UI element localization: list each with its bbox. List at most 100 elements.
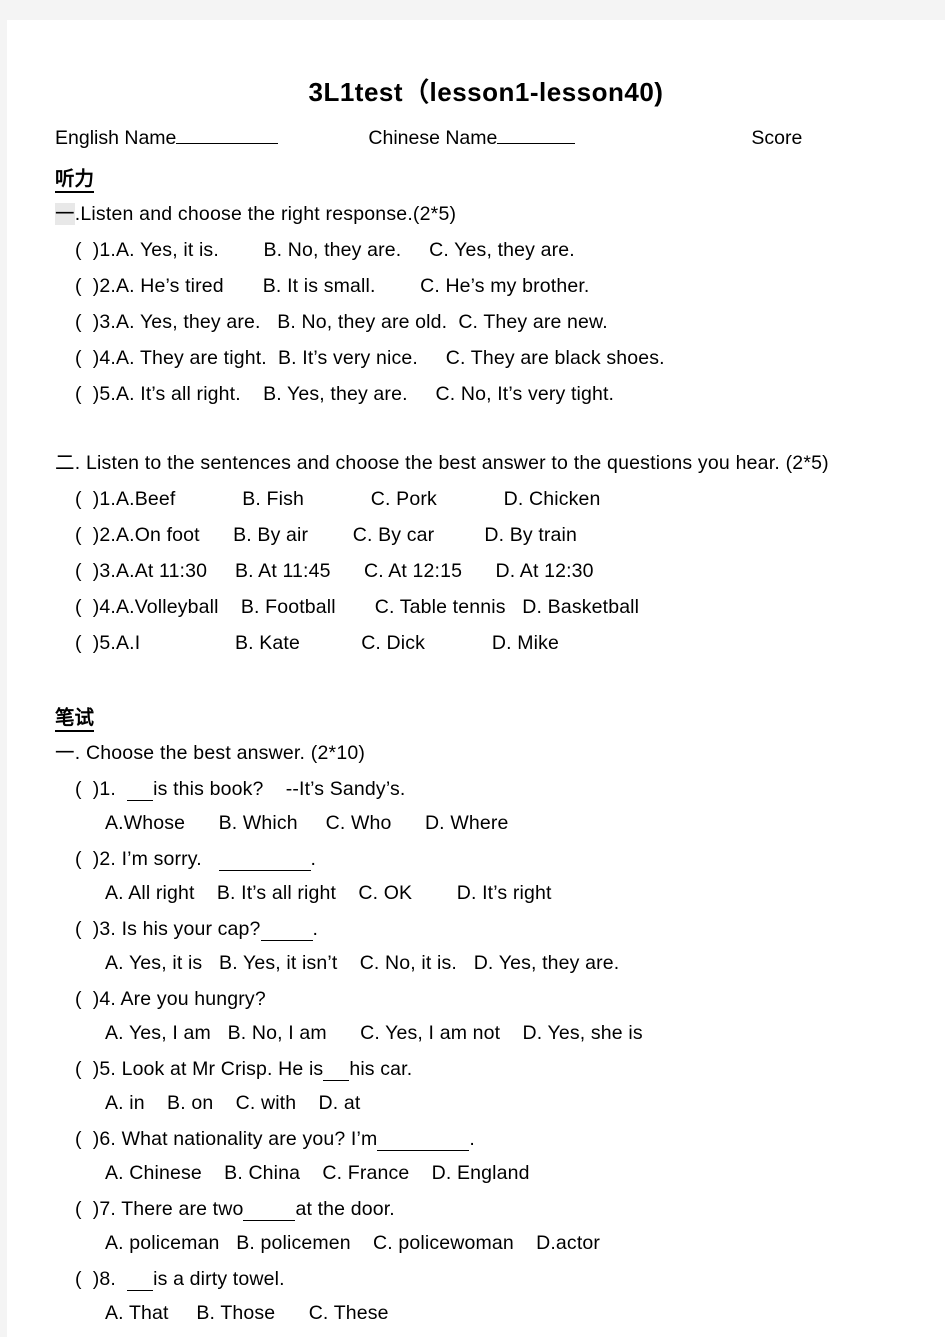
question-options: A.At 11:30 B. At 11:45 C. At 12:15 D. At… — [116, 559, 594, 582]
document-page: 3L1test（lesson1-lesson40) English Name Ch… — [7, 20, 945, 1337]
question-stem: Is his your cap? — [116, 917, 261, 940]
part-instruction-listening-2: 二. Listen to the sentences and choose th… — [55, 446, 917, 475]
part-number: 二 — [55, 451, 75, 474]
question-options: A.I B. Kate C. Dick D. Mike — [116, 631, 560, 654]
question-row[interactable]: ( )5.A. It’s all right. B. Yes, they are… — [55, 383, 917, 406]
answer-bracket[interactable]: ( )1. — [75, 488, 116, 510]
option-row: A. That B. Those C. These — [55, 1302, 917, 1325]
question-row[interactable]: ( )1.A. Yes, it is. B. No, they are. C. … — [55, 239, 917, 262]
question-options: A. Yes, they are. B. No, they are old. C… — [116, 310, 608, 333]
question-options: A. Yes, it is B. Yes, it isn’t C. No, it… — [105, 951, 620, 974]
section-heading-listening: 听力 — [55, 162, 917, 193]
part-instruction-text: .Listen and choose the right response.(2… — [74, 202, 457, 225]
answer-bracket[interactable]: ( )7. — [75, 1198, 116, 1220]
option-row: A. Chinese B. China C. France D. England — [55, 1162, 917, 1185]
question-options: A. It’s all right. B. Yes, they are. C. … — [116, 382, 615, 405]
english-name-blank[interactable] — [176, 123, 279, 144]
question-row[interactable]: ( )4.A.Volleyball B. Football C. Table t… — [55, 596, 917, 619]
question-stem-after: is a dirty towel. — [153, 1267, 285, 1290]
question-options: A.Beef B. Fish C. Pork D. Chicken — [116, 487, 601, 510]
option-row: A.Whose B. Which C. Who D. Where — [55, 812, 917, 835]
answer-bracket[interactable]: ( )2. — [75, 275, 116, 297]
part-instruction-written-1: 一. Choose the best answer. (2*10) — [55, 736, 917, 765]
question-row[interactable]: ( )2. I’m sorry. . — [55, 848, 917, 871]
question-stem-after: is this book? --It’s Sandy’s. — [153, 777, 406, 800]
question-stem — [116, 778, 127, 800]
question-row[interactable]: ( )1.A.Beef B. Fish C. Pork D. Chicken — [55, 488, 917, 511]
question-stem-after: . — [310, 847, 317, 870]
option-row: A. All right B. It’s all right C. OK D. … — [55, 882, 917, 905]
option-row: A. in B. on C. with D. at — [55, 1092, 917, 1115]
question-options: A. Yes, it is. B. No, they are. C. Yes, … — [116, 238, 575, 261]
fill-blank[interactable] — [243, 1201, 296, 1221]
question-stem: Look at Mr Crisp. He is — [116, 1057, 324, 1080]
part-instruction-listening-1: 一.Listen and choose the right response.(… — [55, 197, 917, 226]
option-row: A. policeman B. policemen C. policewoman… — [55, 1232, 917, 1255]
question-stem-after: . — [469, 1127, 475, 1150]
fill-blank[interactable] — [377, 1131, 470, 1151]
answer-bracket[interactable]: ( )5. — [75, 383, 116, 405]
answer-bracket[interactable]: ( )5. — [75, 632, 116, 654]
question-row[interactable]: ( )5. Look at Mr Crisp. He is his car. — [55, 1058, 917, 1081]
question-row[interactable]: ( )1. is this book? --It’s Sandy’s. — [55, 778, 917, 801]
question-options: A. Chinese B. China C. France D. England — [105, 1161, 530, 1184]
question-stem-after: at the door. — [295, 1197, 395, 1220]
answer-bracket[interactable]: ( )2. — [75, 524, 116, 546]
fill-blank[interactable] — [127, 1271, 154, 1291]
question-row[interactable]: ( )8. is a dirty towel. — [55, 1268, 917, 1291]
fill-blank[interactable] — [127, 781, 154, 801]
fill-blank[interactable] — [323, 1061, 350, 1081]
answer-bracket[interactable]: ( )4. — [75, 596, 116, 618]
question-stem: There are two — [116, 1197, 244, 1220]
question-row[interactable]: ( )7. There are two at the door. — [55, 1198, 917, 1221]
answer-bracket[interactable]: ( )1. — [75, 778, 116, 800]
question-options: A. policeman B. policemen C. policewoman… — [105, 1231, 601, 1254]
question-options: A.Whose B. Which C. Who D. Where — [105, 811, 509, 834]
question-row[interactable]: ( )3. Is his your cap?. — [55, 918, 917, 941]
answer-bracket[interactable]: ( )4. — [75, 347, 116, 369]
question-row[interactable]: ( )2.A.On foot B. By air C. By car D. By… — [55, 524, 917, 547]
question-stem: Are you hungry? — [116, 987, 266, 1010]
question-stem-after: his car. — [349, 1057, 413, 1080]
chinese-name-blank[interactable] — [497, 123, 576, 144]
question-row[interactable]: ( )4. Are you hungry? — [55, 988, 917, 1011]
section-heading-written: 笔试 — [55, 701, 917, 732]
fill-blank[interactable] — [218, 851, 311, 871]
answer-bracket[interactable]: ( )3. — [75, 560, 116, 582]
answer-bracket[interactable]: ( )8. — [75, 1268, 116, 1290]
part-number: 一 — [55, 741, 75, 764]
option-row: A. Yes, I am B. No, I am C. Yes, I am no… — [55, 1022, 917, 1045]
question-row[interactable]: ( )5.A.I B. Kate C. Dick D. Mike — [55, 632, 917, 655]
fill-blank[interactable] — [260, 921, 313, 941]
question-stem: What nationality are you? I’m — [116, 1127, 378, 1150]
answer-bracket[interactable]: ( )3. — [75, 918, 116, 940]
part-instruction-text: . Listen to the sentences and choose the… — [74, 451, 829, 474]
answer-bracket[interactable]: ( )2. — [75, 848, 116, 870]
question-row[interactable]: ( )3.A.At 11:30 B. At 11:45 C. At 12:15 … — [55, 560, 917, 583]
question-options: A. They are tight. B. It’s very nice. C.… — [116, 346, 665, 369]
score-label: Score — [751, 126, 803, 149]
question-row[interactable]: ( )6. What nationality are you? I’m. — [55, 1128, 917, 1151]
question-row[interactable]: ( )3.A. Yes, they are. B. No, they are o… — [55, 311, 917, 334]
page-title: 3L1test（lesson1-lesson40) — [308, 77, 664, 107]
answer-bracket[interactable]: ( )1. — [75, 239, 116, 261]
question-row[interactable]: ( )4.A. They are tight. B. It’s very nic… — [55, 347, 917, 370]
answer-bracket[interactable]: ( )6. — [75, 1128, 116, 1150]
part-number: 一 — [55, 202, 75, 225]
question-row[interactable]: ( )2.A. He’s tired B. It is small. C. He… — [55, 275, 917, 298]
question-stem — [116, 1268, 127, 1290]
part-instruction-text: . Choose the best answer. (2*10) — [74, 741, 366, 764]
answer-bracket[interactable]: ( )5. — [75, 1058, 116, 1080]
question-options: A. He’s tired B. It is small. C. He’s my… — [116, 274, 590, 297]
english-name-label: English Name — [55, 126, 177, 149]
answer-bracket[interactable]: ( )4. — [75, 988, 116, 1010]
answer-bracket[interactable]: ( )3. — [75, 311, 116, 333]
question-stem: I’m sorry. — [116, 847, 219, 870]
option-row: A. Yes, it is B. Yes, it isn’t C. No, it… — [55, 952, 917, 975]
chinese-name-label: Chinese Name — [368, 126, 498, 149]
student-info-line: English Name Chinese Name Score — [55, 123, 917, 150]
question-options: A. Yes, I am B. No, I am C. Yes, I am no… — [105, 1021, 643, 1044]
question-options: A. All right B. It’s all right C. OK D. … — [105, 881, 552, 904]
question-options: A. in B. on C. with D. at — [105, 1091, 361, 1114]
